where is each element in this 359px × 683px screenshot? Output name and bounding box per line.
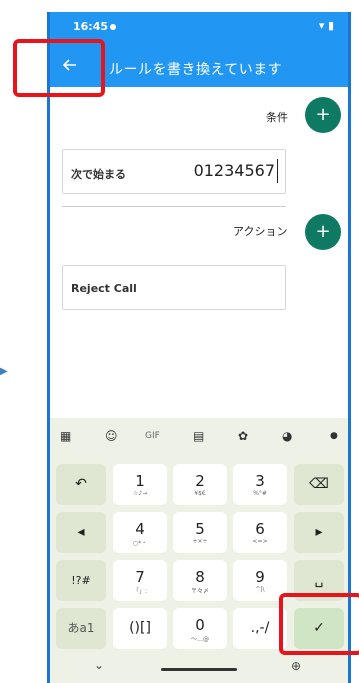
key-5-sub: +×÷ [192, 538, 208, 545]
brackets-label: ()[] [129, 620, 151, 636]
key-0[interactable]: 0 〜…@ [173, 608, 227, 649]
key-0-sub: 〜…@ [190, 636, 209, 643]
apps-grid-icon[interactable]: ▦ [60, 429, 71, 443]
key-2-label: 2 [195, 472, 205, 490]
hide-keyboard-icon[interactable]: ⌄ [94, 658, 104, 672]
key-3-label: 3 [255, 472, 265, 490]
gif-button[interactable]: GIF [145, 431, 160, 441]
side-arrow-icon: ▶ [0, 366, 8, 377]
key-5-label: 5 [195, 520, 205, 538]
status-time: 16:45 [73, 20, 109, 33]
clipboard-icon[interactable]: ▤ [193, 429, 204, 443]
home-handle[interactable] [161, 668, 237, 671]
backspace-key[interactable]: ⌫ [294, 464, 344, 505]
key-3-sub: %°# [253, 490, 267, 497]
key-0-label: 0 [195, 616, 205, 634]
kana-switch-key[interactable]: あa1 [56, 608, 106, 649]
key-9-sub: ^|\ [255, 586, 265, 593]
key-5[interactable]: 5 +×÷ [173, 512, 227, 553]
text-cursor [277, 159, 278, 183]
backspace-icon: ⌫ [309, 476, 329, 492]
annotation-enter-highlight [279, 593, 359, 655]
action-label: Reject Call [71, 282, 137, 295]
condition-type-label: 次で始まる [71, 168, 126, 181]
key-4-sub: ○*・ [132, 540, 148, 547]
undo-icon: ↶ [75, 476, 87, 492]
navigation-bar: ⌄ ⊕ [50, 652, 348, 683]
section-divider [62, 206, 286, 207]
cursor-left-icon: ◂ [77, 524, 85, 540]
kana-switch-label: あa1 [67, 621, 95, 635]
key-4-label: 4 [135, 520, 145, 538]
page-title: ルールを書き換えています [109, 62, 283, 78]
key-1[interactable]: 1 ☆♪→ [113, 464, 167, 505]
key-6-sub: <=> [252, 538, 268, 545]
screen: { "status": { "time": "16:45", "icons": … [0, 0, 359, 683]
actions-label: アクション [233, 225, 288, 238]
key-1-label: 1 [135, 472, 145, 490]
phone-frame: 16:45 ▾ ▮ ルールを書き換えています 条件 + 次で始まる 012345… [47, 12, 351, 683]
key-2[interactable]: 2 ¥$€ [173, 464, 227, 505]
condition-field[interactable]: 次で始まる 01234567 [62, 149, 286, 194]
key-7[interactable]: 7 「」: [113, 560, 167, 601]
undo-key[interactable]: ↶ [56, 464, 106, 505]
add-action-button[interactable]: + [305, 214, 341, 250]
key-8[interactable]: 8 〒々〆 [173, 560, 227, 601]
symbols-key[interactable]: !?# [56, 560, 106, 601]
key-9[interactable]: 9 ^|\ [233, 560, 287, 601]
condition-value: 01234567 [193, 161, 275, 180]
key-3[interactable]: 3 %°# [233, 464, 287, 505]
key-4[interactable]: 4 ○*・ [113, 512, 167, 553]
symbols-label: !?# [71, 574, 91, 587]
theme-icon[interactable]: ◕ [282, 429, 292, 443]
add-condition-button[interactable]: + [305, 97, 341, 133]
annotation-back-highlight [13, 39, 105, 97]
settings-icon[interactable]: ✿ [238, 429, 248, 443]
key-2-sub: ¥$€ [194, 490, 206, 497]
status-dot-icon [110, 24, 116, 30]
cursor-right-key[interactable]: ▸ [294, 512, 344, 553]
key-7-sub: 「」: [132, 588, 148, 595]
key-8-label: 8 [195, 568, 205, 586]
key-6[interactable]: 6 <=> [233, 512, 287, 553]
keyboard-toolbar: ▦ ☺ GIF ▤ ✿ ◕ ● [50, 418, 348, 456]
key-8-sub: 〒々〆 [190, 588, 209, 595]
cursor-left-key[interactable]: ◂ [56, 512, 106, 553]
sticker-icon[interactable]: ☺ [105, 429, 118, 443]
status-icons: ▾ ▮ [318, 19, 334, 32]
brackets-key[interactable]: ()[] [113, 608, 167, 649]
conditions-label: 条件 [266, 111, 288, 124]
action-field[interactable]: Reject Call [62, 265, 286, 310]
cursor-right-icon: ▸ [315, 524, 323, 540]
key-9-label: 9 [255, 568, 265, 586]
key-6-label: 6 [255, 520, 265, 538]
key-7-label: 7 [135, 568, 145, 586]
globe-icon[interactable]: ⊕ [291, 659, 301, 673]
key-1-sub: ☆♪→ [132, 490, 148, 497]
microphone-icon[interactable]: ● [330, 431, 338, 441]
